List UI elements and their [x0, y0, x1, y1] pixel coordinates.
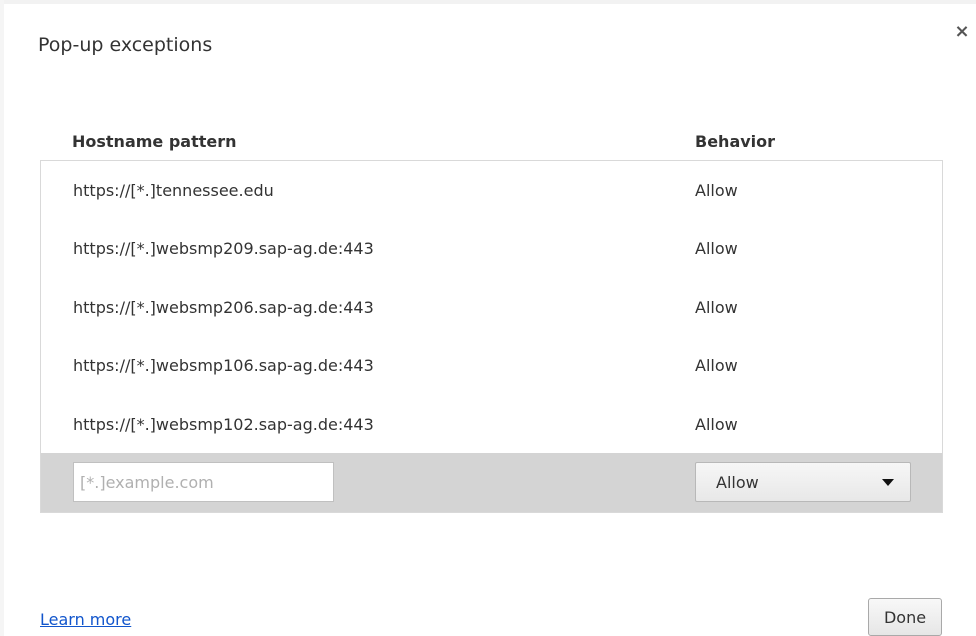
- dialog-title: Pop-up exceptions: [38, 34, 213, 56]
- done-button[interactable]: Done: [868, 598, 942, 636]
- behavior-select-value: Allow: [716, 473, 759, 492]
- dialog-top-edge: [0, 0, 976, 4]
- table-row[interactable]: https://[*.]websmp209.sap-ag.de:443 Allo…: [41, 219, 942, 277]
- column-header-hostname: Hostname pattern: [72, 132, 237, 151]
- behavior-cell: Allow: [695, 239, 738, 258]
- hostname-cell: https://[*.]websmp209.sap-ag.de:443: [73, 239, 374, 258]
- hostname-cell: https://[*.]tennessee.edu: [73, 181, 274, 200]
- table-row[interactable]: https://[*.]websmp206.sap-ag.de:443 Allo…: [41, 278, 942, 336]
- table-row[interactable]: https://[*.]tennessee.edu Allow: [41, 161, 942, 219]
- behavior-cell: Allow: [695, 356, 738, 375]
- behavior-cell: Allow: [695, 415, 738, 434]
- table-row[interactable]: https://[*.]websmp102.sap-ag.de:443 Allo…: [41, 395, 942, 453]
- hostname-cell: https://[*.]websmp102.sap-ag.de:443: [73, 415, 374, 434]
- behavior-select[interactable]: Allow: [695, 462, 911, 502]
- chevron-down-icon: [882, 479, 894, 486]
- hostname-cell: https://[*.]websmp206.sap-ag.de:443: [73, 298, 374, 317]
- hostname-pattern-input[interactable]: [73, 462, 334, 502]
- exceptions-list: https://[*.]tennessee.edu Allow https://…: [40, 160, 943, 513]
- popup-exceptions-dialog: Pop-up exceptions × Hostname pattern Beh…: [0, 0, 976, 636]
- new-exception-row: Allow: [41, 453, 942, 512]
- behavior-cell: Allow: [695, 181, 738, 200]
- behavior-cell: Allow: [695, 298, 738, 317]
- table-row[interactable]: https://[*.]websmp106.sap-ag.de:443 Allo…: [41, 336, 942, 394]
- close-icon[interactable]: ×: [950, 20, 974, 44]
- column-header-behavior: Behavior: [695, 132, 776, 151]
- dialog-left-edge: [0, 0, 4, 636]
- hostname-cell: https://[*.]websmp106.sap-ag.de:443: [73, 356, 374, 375]
- learn-more-link[interactable]: Learn more: [40, 610, 131, 629]
